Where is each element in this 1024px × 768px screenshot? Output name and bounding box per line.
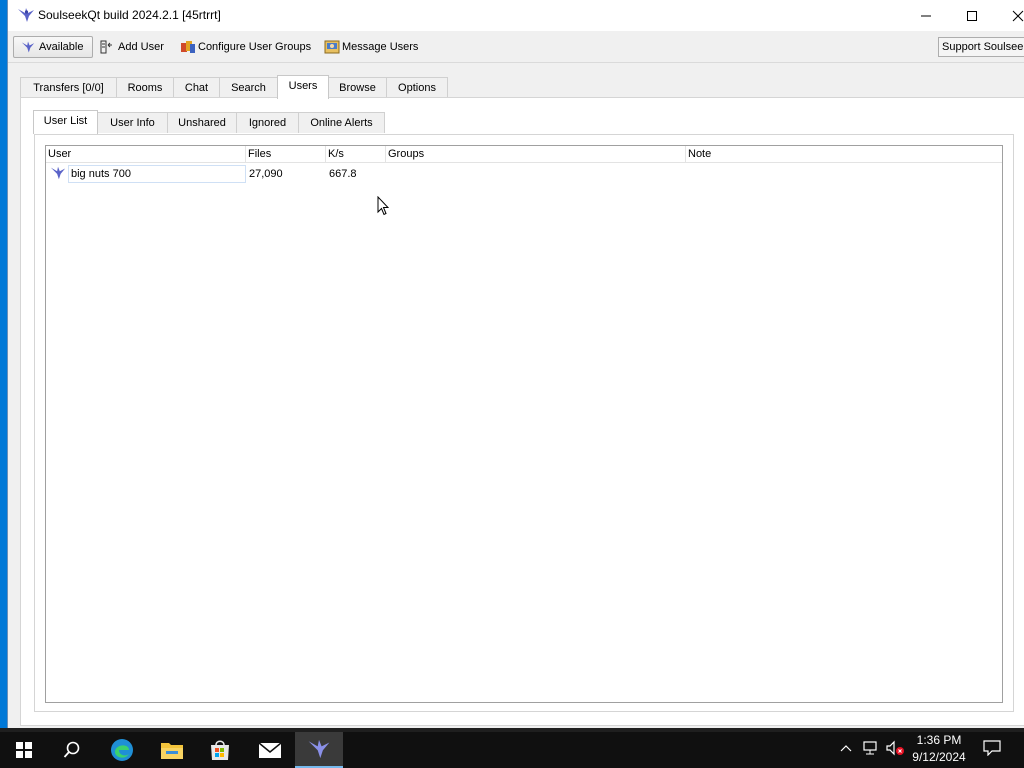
user-list-panel: User Files K/s Groups Note big nuts 700 … (34, 134, 1014, 712)
tab-unshared[interactable]: Unshared (167, 112, 237, 133)
configure-user-groups-label: Configure User Groups (198, 41, 312, 53)
status-label: Available (39, 41, 84, 53)
window-title: SoulseekQt build 2024.2.1 [45rtrrt] (38, 8, 221, 22)
tab-search[interactable]: Search (219, 77, 278, 98)
search-icon[interactable] (48, 732, 96, 768)
soulseek-bird-icon (16, 6, 36, 24)
soulseek-window: SoulseekQt build 2024.2.1 [45rtrrt] Avai… (7, 0, 1024, 731)
add-user-button[interactable]: Add User (100, 36, 164, 58)
tab-online-alerts[interactable]: Online Alerts (298, 112, 385, 133)
soulseek-bird-icon (21, 41, 35, 53)
title-bar[interactable]: SoulseekQt build 2024.2.1 [45rtrrt] (8, 0, 1024, 31)
toolbar: Available Add User Configure User Groups… (8, 31, 1024, 63)
message-users-label: Message Users (342, 41, 419, 53)
file-explorer-icon[interactable] (148, 732, 196, 768)
files-cell: 27,090 (249, 168, 283, 180)
network-icon[interactable] (860, 738, 882, 758)
tab-options[interactable]: Options (386, 77, 448, 98)
add-user-icon (100, 40, 112, 54)
support-soulseek-button[interactable]: Support Soulseek (938, 37, 1024, 57)
close-button[interactable] (995, 0, 1024, 31)
status-available-button[interactable]: Available (13, 36, 93, 58)
mail-icon[interactable] (246, 732, 294, 768)
mouse-pointer-icon (377, 195, 390, 219)
tab-ignored[interactable]: Ignored (236, 112, 299, 133)
maximize-button[interactable] (949, 0, 995, 31)
microsoft-store-icon[interactable] (196, 732, 244, 768)
tab-rooms[interactable]: Rooms (116, 77, 174, 98)
speed-cell: 667.8 (329, 168, 357, 180)
tab-transfers[interactable]: Transfers [0/0] (20, 77, 117, 98)
soulseek-bird-icon (49, 165, 67, 185)
clock-time: 1:36 PM (916, 733, 962, 747)
column-header-note[interactable]: Note (686, 146, 1002, 163)
message-users-icon (324, 40, 340, 54)
clock-date: 9/12/2024 (912, 750, 966, 764)
configure-user-groups-button[interactable]: Configure User Groups (180, 36, 311, 58)
windows-start-icon[interactable] (0, 732, 48, 768)
tab-chat[interactable]: Chat (173, 77, 220, 98)
table-row[interactable]: big nuts 700 27,090 667.8 (46, 164, 1002, 184)
windows-taskbar: 1:36 PM 9/12/2024 (0, 728, 1024, 768)
message-users-button[interactable]: Message Users (324, 36, 418, 58)
volume-muted-icon[interactable] (884, 738, 906, 758)
table-header: User Files K/s Groups Note (46, 146, 1002, 163)
soulseek-taskbar-icon[interactable] (295, 732, 343, 768)
add-user-label: Add User (118, 41, 164, 53)
tab-users[interactable]: Users (277, 75, 329, 99)
column-header-user[interactable]: User (46, 146, 246, 163)
user-name-cell[interactable]: big nuts 700 (68, 165, 246, 183)
tab-user-list[interactable]: User List (33, 110, 98, 134)
taskbar-clock[interactable]: 1:36 PM 9/12/2024 (904, 732, 974, 768)
tab-browse[interactable]: Browse (328, 77, 387, 98)
minimize-button[interactable] (903, 0, 949, 31)
user-list-table[interactable]: User Files K/s Groups Note big nuts 700 … (45, 145, 1003, 703)
users-panel: User List User Info Unshared Ignored Onl… (20, 97, 1024, 726)
edge-browser-icon[interactable] (98, 732, 146, 768)
tab-user-info[interactable]: User Info (97, 112, 168, 133)
column-header-files[interactable]: Files (246, 146, 326, 163)
column-header-groups[interactable]: Groups (386, 146, 686, 163)
user-groups-icon (181, 41, 195, 53)
notifications-icon[interactable] (980, 738, 1004, 758)
chevron-up-icon[interactable] (838, 738, 854, 758)
column-header-speed[interactable]: K/s (326, 146, 386, 163)
